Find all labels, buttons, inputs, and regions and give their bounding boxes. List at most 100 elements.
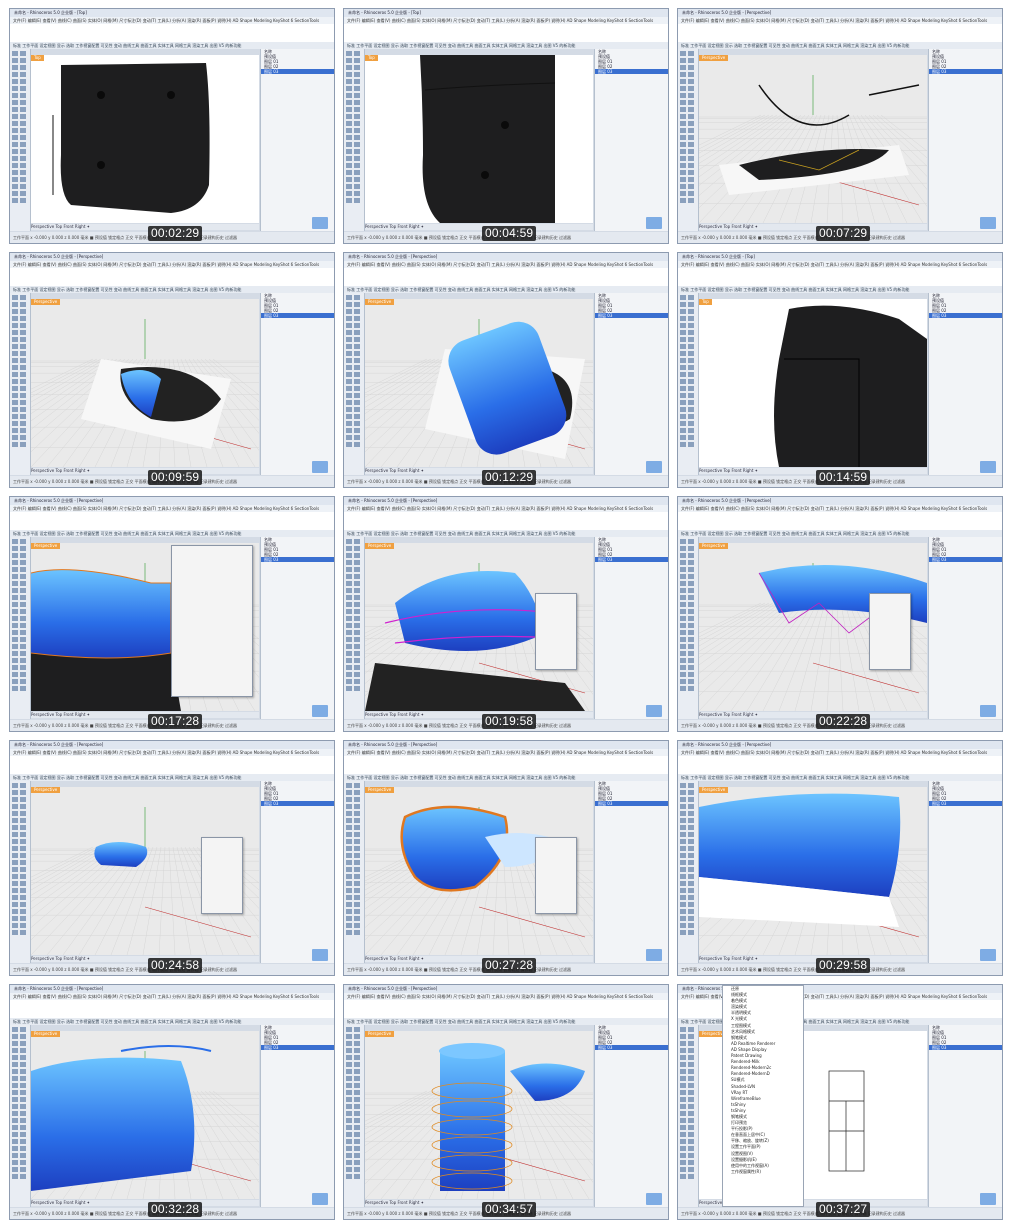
layers-panel[interactable]: 名称 预设值 图层 01 图层 02 图层 03 bbox=[928, 49, 1002, 231]
tool-icon[interactable] bbox=[688, 672, 694, 677]
tool-icon[interactable] bbox=[680, 658, 686, 663]
viewport-perspective[interactable]: Perspective bbox=[365, 787, 593, 955]
tool-icon[interactable] bbox=[680, 379, 686, 384]
tool-icon[interactable] bbox=[12, 100, 18, 105]
tool-icon[interactable] bbox=[688, 853, 694, 858]
tool-icon[interactable] bbox=[12, 79, 18, 84]
tool-icon[interactable] bbox=[680, 790, 686, 795]
toolbar-tabs[interactable]: 标准 工作平面 设定视图 显示 选取 工作视窗配置 可见性 变动 曲线工具 曲面… bbox=[10, 286, 334, 293]
tool-icon[interactable] bbox=[20, 184, 26, 189]
tool-icon[interactable] bbox=[354, 1174, 360, 1179]
tool-icon[interactable] bbox=[12, 407, 18, 412]
tool-icon[interactable] bbox=[680, 1160, 686, 1165]
tool-icon[interactable] bbox=[20, 651, 26, 656]
tool-icon[interactable] bbox=[354, 846, 360, 851]
tool-icon[interactable] bbox=[688, 644, 694, 649]
tool-icon[interactable] bbox=[20, 65, 26, 70]
tool-icon[interactable] bbox=[346, 839, 352, 844]
tool-icon[interactable] bbox=[688, 316, 694, 321]
tool-icon[interactable] bbox=[688, 156, 694, 161]
tool-icon[interactable] bbox=[346, 686, 352, 691]
tool-icon[interactable] bbox=[354, 184, 360, 189]
tool-icon[interactable] bbox=[680, 365, 686, 370]
layers-panel[interactable]: 名称 预设值 图层 01 图层 02 图层 03 bbox=[594, 1025, 668, 1207]
tool-icon[interactable] bbox=[680, 672, 686, 677]
tool-icon[interactable] bbox=[354, 386, 360, 391]
tool-icon[interactable] bbox=[354, 916, 360, 921]
tool-icon[interactable] bbox=[20, 393, 26, 398]
tool-icon[interactable] bbox=[354, 923, 360, 928]
tool-palette[interactable] bbox=[678, 293, 699, 475]
tool-icon[interactable] bbox=[12, 421, 18, 426]
tool-icon[interactable] bbox=[688, 1055, 694, 1060]
tool-icon[interactable] bbox=[20, 302, 26, 307]
tool-icon[interactable] bbox=[354, 1111, 360, 1116]
tool-icon[interactable] bbox=[680, 351, 686, 356]
tool-icon[interactable] bbox=[354, 1076, 360, 1081]
tool-icon[interactable] bbox=[688, 881, 694, 886]
tool-icon[interactable] bbox=[354, 1034, 360, 1039]
tool-icon[interactable] bbox=[12, 1167, 18, 1172]
tool-icon[interactable] bbox=[12, 414, 18, 419]
tool-icon[interactable] bbox=[688, 177, 694, 182]
tool-icon[interactable] bbox=[346, 435, 352, 440]
tool-icon[interactable] bbox=[20, 100, 26, 105]
tool-icon[interactable] bbox=[354, 344, 360, 349]
toolbar-tabs[interactable]: 标准 工作平面 设定视图 显示 选取 工作视窗配置 可见性 变动 曲线工具 曲面… bbox=[678, 774, 1002, 781]
tool-icon[interactable] bbox=[688, 790, 694, 795]
tool-icon[interactable] bbox=[680, 177, 686, 182]
tool-icon[interactable] bbox=[346, 1048, 352, 1053]
tool-icon[interactable] bbox=[354, 428, 360, 433]
tool-icon[interactable] bbox=[346, 302, 352, 307]
viewport-tabs[interactable]: Perspective Top Front Right ✦ bbox=[365, 956, 593, 962]
tool-icon[interactable] bbox=[12, 386, 18, 391]
layers-panel[interactable]: 名称 预设值 图层 01 图层 02 图层 03 bbox=[594, 49, 668, 231]
tool-icon[interactable] bbox=[20, 330, 26, 335]
tool-icon[interactable] bbox=[20, 149, 26, 154]
tool-icon[interactable] bbox=[20, 121, 26, 126]
tool-icon[interactable] bbox=[680, 567, 686, 572]
tool-icon[interactable] bbox=[346, 330, 352, 335]
tool-palette[interactable] bbox=[10, 781, 31, 963]
tool-icon[interactable] bbox=[354, 867, 360, 872]
menu-bar[interactable]: 文件(F) 编辑(E) 查看(V) 曲线(C) 曲面(S) 实体(O) 网格(M… bbox=[344, 993, 668, 1000]
tool-icon[interactable] bbox=[12, 330, 18, 335]
tool-icon[interactable] bbox=[680, 1041, 686, 1046]
tool-icon[interactable] bbox=[346, 1167, 352, 1172]
tool-palette[interactable] bbox=[10, 49, 31, 231]
tool-icon[interactable] bbox=[20, 560, 26, 565]
tool-icon[interactable] bbox=[20, 435, 26, 440]
tool-icon[interactable] bbox=[12, 672, 18, 677]
tool-icon[interactable] bbox=[12, 1027, 18, 1032]
layers-panel[interactable]: 名称 预设值 图层 01 图层 02 图层 03 bbox=[928, 1025, 1002, 1207]
tool-icon[interactable] bbox=[688, 797, 694, 802]
tool-icon[interactable] bbox=[12, 637, 18, 642]
layer-row[interactable]: 图层 03 bbox=[261, 557, 334, 562]
tool-icon[interactable] bbox=[688, 386, 694, 391]
tool-palette[interactable] bbox=[10, 1025, 31, 1207]
layer-row[interactable]: 图层 03 bbox=[261, 313, 334, 318]
tool-icon[interactable] bbox=[688, 142, 694, 147]
tool-icon[interactable] bbox=[680, 595, 686, 600]
tool-icon[interactable] bbox=[354, 567, 360, 572]
tool-icon[interactable] bbox=[12, 337, 18, 342]
tool-icon[interactable] bbox=[688, 1041, 694, 1046]
tool-icon[interactable] bbox=[688, 107, 694, 112]
tool-icon[interactable] bbox=[680, 546, 686, 551]
viewport-tabs[interactable]: Perspective Top Front Right ✦ bbox=[365, 224, 593, 230]
tool-icon[interactable] bbox=[688, 1069, 694, 1074]
tool-icon[interactable] bbox=[20, 1146, 26, 1151]
tool-icon[interactable] bbox=[20, 658, 26, 663]
tool-icon[interactable] bbox=[20, 567, 26, 572]
tool-icon[interactable] bbox=[12, 170, 18, 175]
tool-icon[interactable] bbox=[680, 637, 686, 642]
tool-icon[interactable] bbox=[346, 888, 352, 893]
tool-icon[interactable] bbox=[680, 860, 686, 865]
viewport-top[interactable]: Top bbox=[699, 299, 927, 467]
viewport-label[interactable]: Perspective bbox=[31, 543, 61, 549]
tool-icon[interactable] bbox=[346, 400, 352, 405]
tool-icon[interactable] bbox=[354, 72, 360, 77]
tool-icon[interactable] bbox=[354, 818, 360, 823]
tool-icon[interactable] bbox=[680, 1083, 686, 1088]
tool-icon[interactable] bbox=[354, 895, 360, 900]
